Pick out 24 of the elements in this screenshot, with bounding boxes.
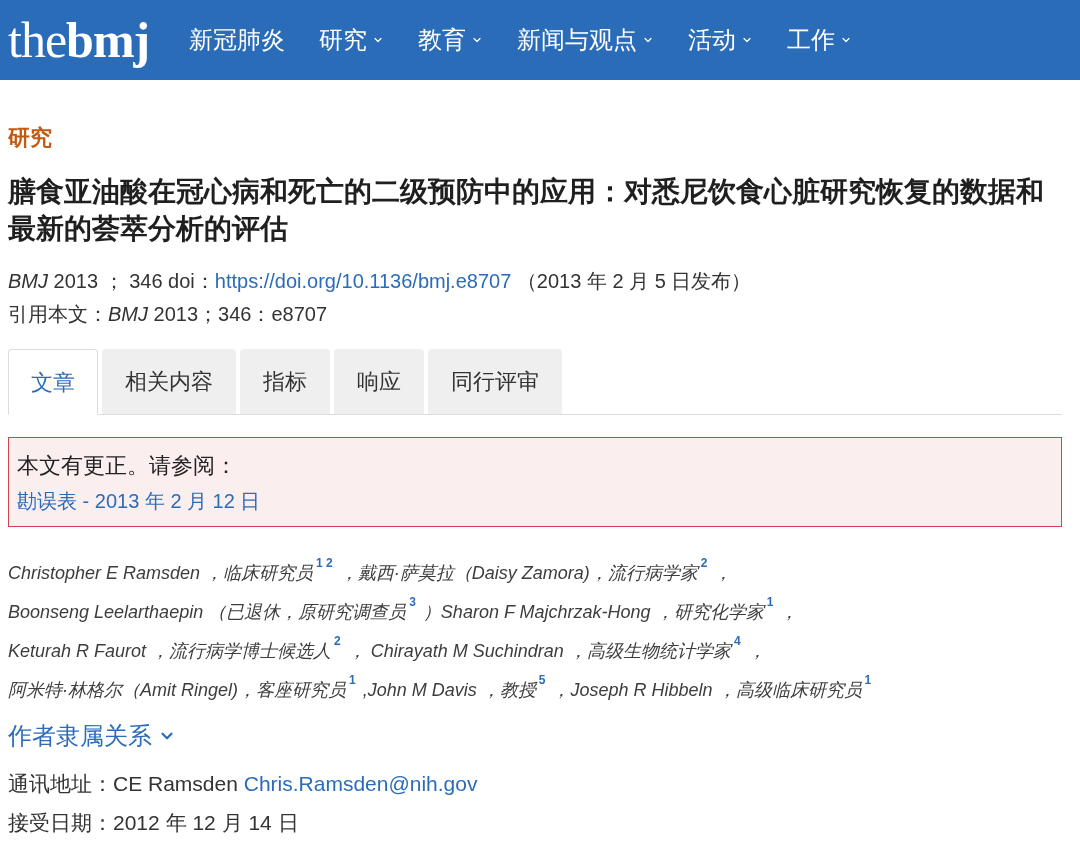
author-affiliations-toggle[interactable]: 作者隶属关系 — [8, 720, 176, 752]
tab[interactable]: 文章 — [8, 349, 98, 415]
tab[interactable]: 相关内容 — [102, 349, 236, 414]
tab[interactable]: 响应 — [334, 349, 424, 414]
nav-menu-item[interactable]: 活动 — [688, 24, 754, 56]
nav-menu-item[interactable]: 教育 — [418, 24, 484, 56]
notice-text: 本文有更正。请参阅： — [17, 452, 238, 480]
site-logo[interactable]: thebmj — [8, 12, 150, 68]
article-type-label: 研究 — [8, 125, 52, 150]
doi-link[interactable]: https://doi.org/10.1136/bmj.e8707 — [214, 270, 512, 292]
tab[interactable]: 指标 — [240, 349, 330, 414]
citation-line: BMJ 2013 ； 346 doi：https://doi.org/10.1136/bmj.e8707 （2013 年 2 月 5 日发布） — [8, 269, 753, 294]
author-list: Christopher E Ramsden ，临床研究员$^{1 2}$ ，戴西·萨莫拉（Daisy Zamora)，流行病学家$^{2}$ ， Boonseng Leelarthaepin （已退休，原研究调查员$^{3}$ ）Sharon F Majchrzak-Hong ，研究化学家$^{1}$ ， Keturah R Faurot ，流行病学博士候选人$^{2}$ ， Chirayath M Suchindran ，高级生物统计学家$^{4}$ ， 阿米特·林格尔（Amit Ringel)，客座研究员$^{1}$ ,John M Davis ，教授$^{5}$ ，Joseph R Hibbeln ，高级临床研究员$^{1}$ — [8, 554, 1062, 710]
correspondence-line: 通讯地址：CE Ramsden Chris.Ramsden@nih.gov — [8, 771, 479, 797]
article-title: 膳食亚油酸在冠心病和死亡的二级预防中的应用：对悉尼饮食心脏研究恢复的数据和最新的荟萃分析的评估 — [8, 175, 1045, 246]
nav-menu-item[interactable]: 工作 — [787, 24, 853, 56]
nav-menu-item[interactable]: 新冠肺炎 — [189, 24, 286, 56]
email-link[interactable]: Chris.Ramsden@nih.gov — [243, 772, 478, 795]
cite-as-line: 引用本文：BMJ 2013；346：e8707 — [8, 302, 329, 327]
nav-menu-item[interactable]: 新闻与观点 — [517, 24, 655, 56]
tab[interactable]: 同行评审 — [428, 349, 562, 414]
erratum-link[interactable]: 勘误表 - 2013 年 2 月 12 日 — [17, 487, 261, 515]
accepted-date: 接受日期：2012 年 12 月 14 日 — [8, 810, 300, 836]
nav-menu-item[interactable]: 研究 — [319, 24, 385, 56]
